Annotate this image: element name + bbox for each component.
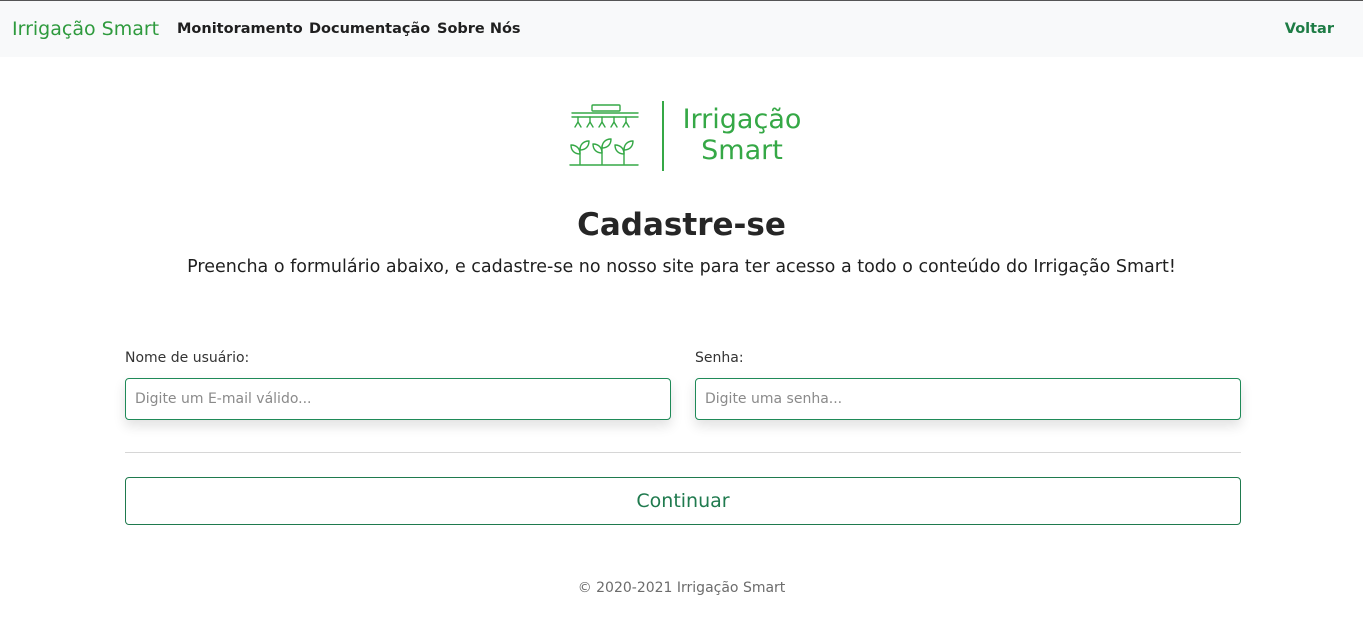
logo: Irrigação Smart — [566, 98, 806, 174]
logo-wordmark: Irrigação Smart — [676, 104, 808, 166]
back-link[interactable]: Voltar — [1285, 21, 1334, 37]
logo-divider — [662, 101, 664, 171]
username-input[interactable] — [125, 378, 671, 420]
nav-link-documentacao[interactable]: Documentação — [309, 21, 430, 37]
password-input[interactable] — [695, 378, 1241, 420]
logo-text-line1: Irrigação — [682, 104, 802, 135]
page-title: Cadastre-se — [577, 207, 786, 243]
footer-copyright: © 2020-2021 Irrigação Smart — [577, 580, 786, 596]
username-label: Nome de usuário: — [125, 350, 250, 366]
nav-link-sobre-nos[interactable]: Sobre Nós — [437, 21, 521, 37]
form-divider — [125, 452, 1241, 453]
navbar-brand-link[interactable]: Irrigação Smart — [12, 18, 159, 40]
password-label: Senha: — [695, 350, 744, 366]
logo-text-line2: Smart — [701, 135, 783, 166]
nav-link-monitoramento[interactable]: Monitoramento — [177, 21, 303, 37]
top-navbar: Irrigação Smart Monitoramento Documentaç… — [0, 0, 1363, 57]
irrigation-plants-icon — [569, 104, 639, 166]
continue-button[interactable]: Continuar — [125, 477, 1241, 525]
page-subtitle: Preencha o formulário abaixo, e cadastre… — [187, 257, 1176, 277]
